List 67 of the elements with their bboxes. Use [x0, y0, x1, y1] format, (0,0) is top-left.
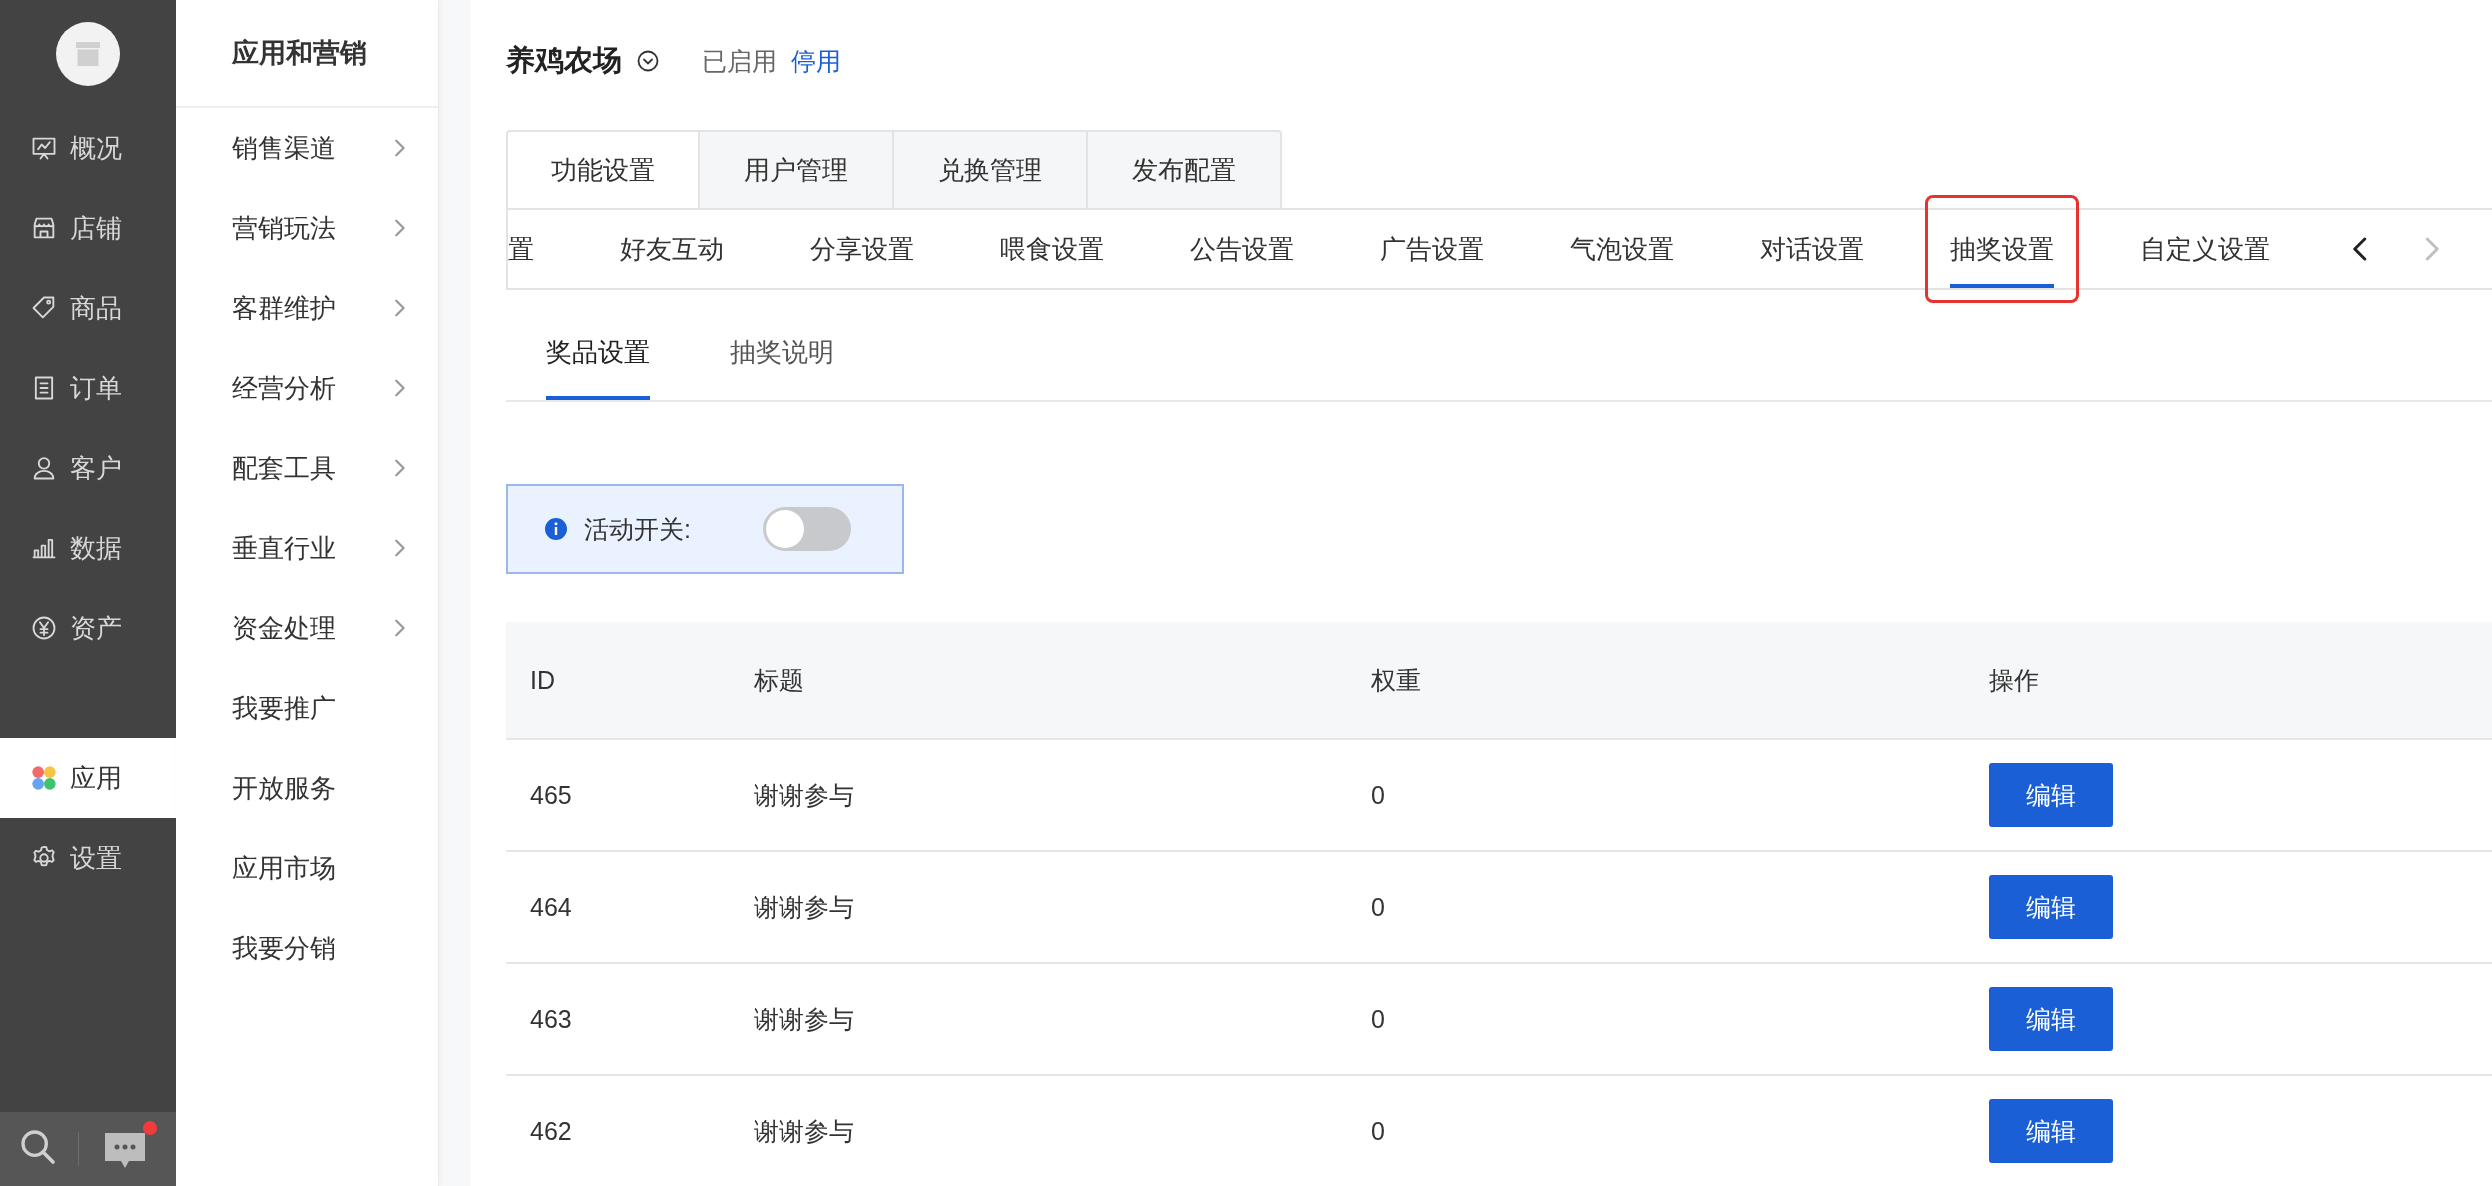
table-cell: 463: [506, 963, 730, 1075]
menu-item[interactable]: 客群维护: [176, 268, 438, 348]
switch-label: 活动开关:: [584, 513, 691, 545]
disable-link[interactable]: 停用: [791, 44, 841, 78]
table-cell: 谢谢参与: [730, 1075, 1347, 1186]
menu-item[interactable]: 垂直行业: [176, 508, 438, 588]
table-cell: 0: [1347, 851, 1965, 963]
yen-icon: [30, 614, 58, 642]
tab[interactable]: 兑换管理: [894, 130, 1088, 208]
menu-title: 应用和营销: [232, 37, 367, 70]
settings-tab[interactable]: 广告设置: [1380, 210, 1484, 288]
settings-tab[interactable]: 分享设置: [810, 210, 914, 288]
column-header: ID: [506, 622, 730, 739]
menu-item[interactable]: 营销玩法: [176, 188, 438, 268]
menu-item[interactable]: 开放服务: [176, 748, 438, 828]
menu-item[interactable]: 应用市场: [176, 828, 438, 908]
settings-tab[interactable]: 气泡设置: [1570, 210, 1674, 288]
nav-item[interactable]: 订单: [0, 348, 176, 428]
table-cell: 464: [506, 851, 730, 963]
settings-tab[interactable]: 喂食设置: [1000, 210, 1104, 288]
table-cell: 462: [506, 1075, 730, 1186]
table-cell: 谢谢参与: [730, 851, 1347, 963]
nav-item[interactable]: 商品: [0, 268, 176, 348]
nav-item[interactable]: 店铺: [0, 188, 176, 268]
status-text: 已启用: [702, 45, 777, 77]
settings-tab[interactable]: 自定义设置: [2140, 210, 2270, 288]
dropdown-icon: [636, 49, 660, 73]
nav-item[interactable]: 客户: [0, 428, 176, 508]
petals-icon: [30, 764, 58, 792]
tab[interactable]: 用户管理: [700, 130, 894, 208]
settings-tab[interactable]: 好友互动: [620, 210, 724, 288]
nav-item[interactable]: 设置: [0, 818, 176, 898]
column-header: 标题: [730, 622, 1347, 739]
menu-item[interactable]: 配套工具: [176, 428, 438, 508]
table-cell: 谢谢参与: [730, 739, 1347, 851]
toggle-switch[interactable]: [762, 507, 851, 551]
tab[interactable]: 奖品设置: [546, 335, 650, 400]
settings-tab[interactable]: 公告设置: [1190, 210, 1294, 288]
nav-item[interactable]: 应用: [0, 738, 176, 818]
app-name: 养鸡农场: [506, 43, 622, 78]
nav-item[interactable]: 概况: [0, 108, 176, 188]
nav-item[interactable]: 资产: [0, 588, 176, 668]
edit-button[interactable]: 编辑: [1989, 1099, 2113, 1163]
column-header: 权重: [1347, 622, 1965, 739]
settings-tab[interactable]: 置: [508, 210, 534, 288]
menu-item[interactable]: 资金处理: [176, 588, 438, 668]
table-cell: 0: [1347, 739, 1965, 851]
settings-tab[interactable]: 抽奖设置: [1950, 210, 2054, 288]
table-cell: 465: [506, 739, 730, 851]
settings-tab[interactable]: 对话设置: [1760, 210, 1864, 288]
search-icon: [18, 1127, 58, 1167]
edit-button[interactable]: 编辑: [1989, 875, 2113, 939]
table-cell: 谢谢参与: [730, 963, 1347, 1075]
tab[interactable]: 功能设置: [506, 130, 700, 208]
edit-button[interactable]: 编辑: [1989, 987, 2113, 1051]
nav-item[interactable]: 数据: [0, 508, 176, 588]
edit-button[interactable]: 编辑: [1989, 763, 2113, 827]
tab[interactable]: 抽奖说明: [730, 335, 834, 400]
tab[interactable]: 发布配置: [1088, 130, 1282, 208]
menu-item[interactable]: 经营分析: [176, 348, 438, 428]
column-header: 操作: [1965, 622, 2492, 739]
menu-item[interactable]: 我要推广: [176, 668, 438, 748]
table-cell: 0: [1347, 1075, 1965, 1186]
info-icon: [544, 517, 568, 541]
table-cell: 0: [1347, 963, 1965, 1075]
menu-item[interactable]: 销售渠道: [176, 108, 438, 188]
menu-item[interactable]: 我要分销: [176, 908, 438, 988]
